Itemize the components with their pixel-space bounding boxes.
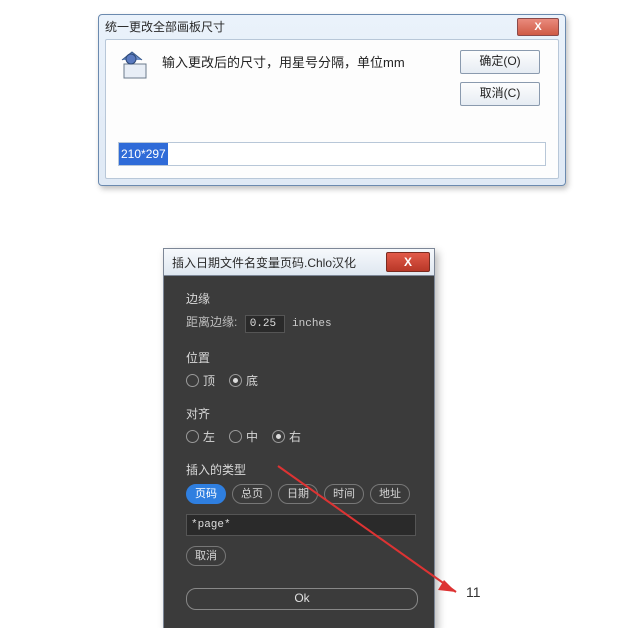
dialog2-title: 插入日期文件名变量页码.Chlo汉化: [172, 254, 356, 271]
cancel-button[interactable]: 取消(C): [460, 82, 540, 106]
dialog1-titlebar[interactable]: 统一更改全部画板尺寸 X: [99, 15, 565, 39]
size-input[interactable]: 210*297: [118, 142, 546, 166]
type-path-pill[interactable]: 地址: [370, 484, 410, 504]
align-right-radio[interactable]: 右: [272, 428, 301, 445]
radio-icon: [229, 430, 242, 443]
margin-input[interactable]: 0.25: [245, 315, 285, 333]
dialog2-titlebar[interactable]: 插入日期文件名变量页码.Chlo汉化 X: [164, 248, 434, 276]
type-date-pill[interactable]: 日期: [278, 484, 318, 504]
position-top-radio[interactable]: 顶: [186, 372, 215, 389]
position-bottom-radio[interactable]: 底: [229, 372, 258, 389]
type-page-pill[interactable]: 页码: [186, 484, 226, 504]
type-pills: 页码 总页 日期 时间 地址 文件名: [186, 484, 416, 504]
pattern-input[interactable]: *page*: [186, 514, 416, 536]
page-number: 11: [466, 584, 481, 600]
group-align-label: 对齐: [186, 405, 416, 422]
size-input-value: 210*297: [119, 143, 168, 165]
margin-row: 距离边缘: 0.25 inches: [186, 313, 416, 333]
type-time-pill[interactable]: 时间: [324, 484, 364, 504]
radio-icon: [229, 374, 242, 387]
group-position-label: 位置: [186, 349, 416, 366]
cancel-pill[interactable]: 取消: [186, 546, 226, 566]
resize-artboards-dialog: 统一更改全部画板尺寸 X 输入更改后的尺寸，用星号分隔，单位mm 确定(O) 取…: [98, 14, 566, 186]
ok-button[interactable]: 确定(O): [460, 50, 540, 74]
insert-variable-dialog: 插入日期文件名变量页码.Chlo汉化 X 边缘 距离边缘: 0.25 inche…: [163, 248, 435, 628]
group-margin-label: 边缘: [186, 290, 416, 307]
dialog1-body: 输入更改后的尺寸，用星号分隔，单位mm 确定(O) 取消(C) 210*297: [105, 39, 559, 179]
align-left-radio[interactable]: 左: [186, 428, 215, 445]
type-total-pill[interactable]: 总页: [232, 484, 272, 504]
radio-icon: [186, 430, 199, 443]
dialog1-message: 输入更改后的尺寸，用星号分隔，单位mm: [162, 50, 460, 71]
close-icon[interactable]: X: [517, 18, 559, 36]
group-type-label: 插入的类型: [186, 461, 416, 478]
close-icon[interactable]: X: [386, 252, 430, 272]
dialog1-title: 统一更改全部画板尺寸: [105, 15, 225, 39]
artboard-icon: [118, 50, 150, 82]
margin-label: 距离边缘:: [186, 315, 237, 329]
margin-unit: inches: [292, 318, 332, 330]
align-center-radio[interactable]: 中: [229, 428, 258, 445]
radio-icon: [186, 374, 199, 387]
ok-button[interactable]: Ok: [186, 588, 418, 610]
radio-icon: [272, 430, 285, 443]
